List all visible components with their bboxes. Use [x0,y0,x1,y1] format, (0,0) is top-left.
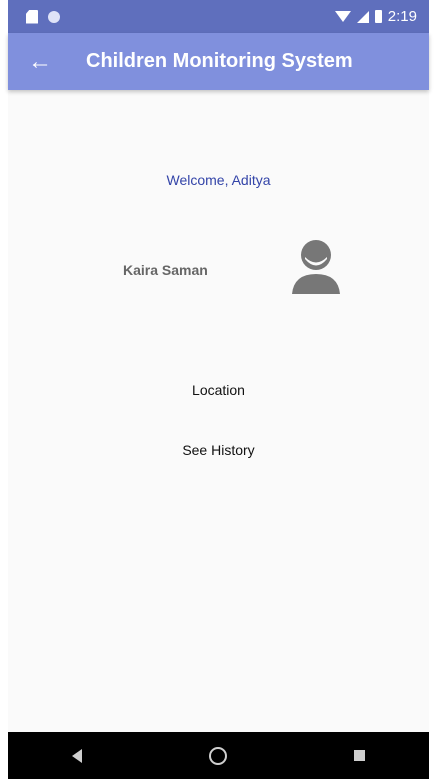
status-time: 2:19 [387,8,417,25]
sd-card-icon [26,9,38,24]
signal-icon [356,10,369,23]
child-name: Kaira Saman [123,262,208,278]
circle-notification-icon [48,10,60,23]
back-triangle-icon[interactable] [71,748,82,763]
home-circle-icon[interactable] [208,746,227,765]
recent-apps-square-icon[interactable] [354,750,366,761]
welcome-text: Welcome, Aditya [166,172,271,188]
location-button[interactable]: Location [8,382,429,398]
frame-left [0,0,8,779]
arrow-left-icon[interactable]: ← [12,49,68,74]
frame-right [429,0,435,779]
battery-icon [374,10,382,23]
status-bar: 2:19 [8,0,429,33]
see-history-button[interactable]: See History [8,442,429,458]
device-screen: 2:19 ← Children Monitoring System Welcom… [0,0,435,779]
wifi-icon [334,11,351,22]
person-avatar-icon[interactable] [290,238,342,294]
child-entry[interactable]: Kaira Saman [8,238,429,298]
navigation-bar [8,732,429,779]
main-content: Welcome, Aditya Kaira Saman Location See… [8,90,429,732]
app-title: Children Monitoring System [86,50,353,72]
app-bar: ← Children Monitoring System [8,33,429,90]
